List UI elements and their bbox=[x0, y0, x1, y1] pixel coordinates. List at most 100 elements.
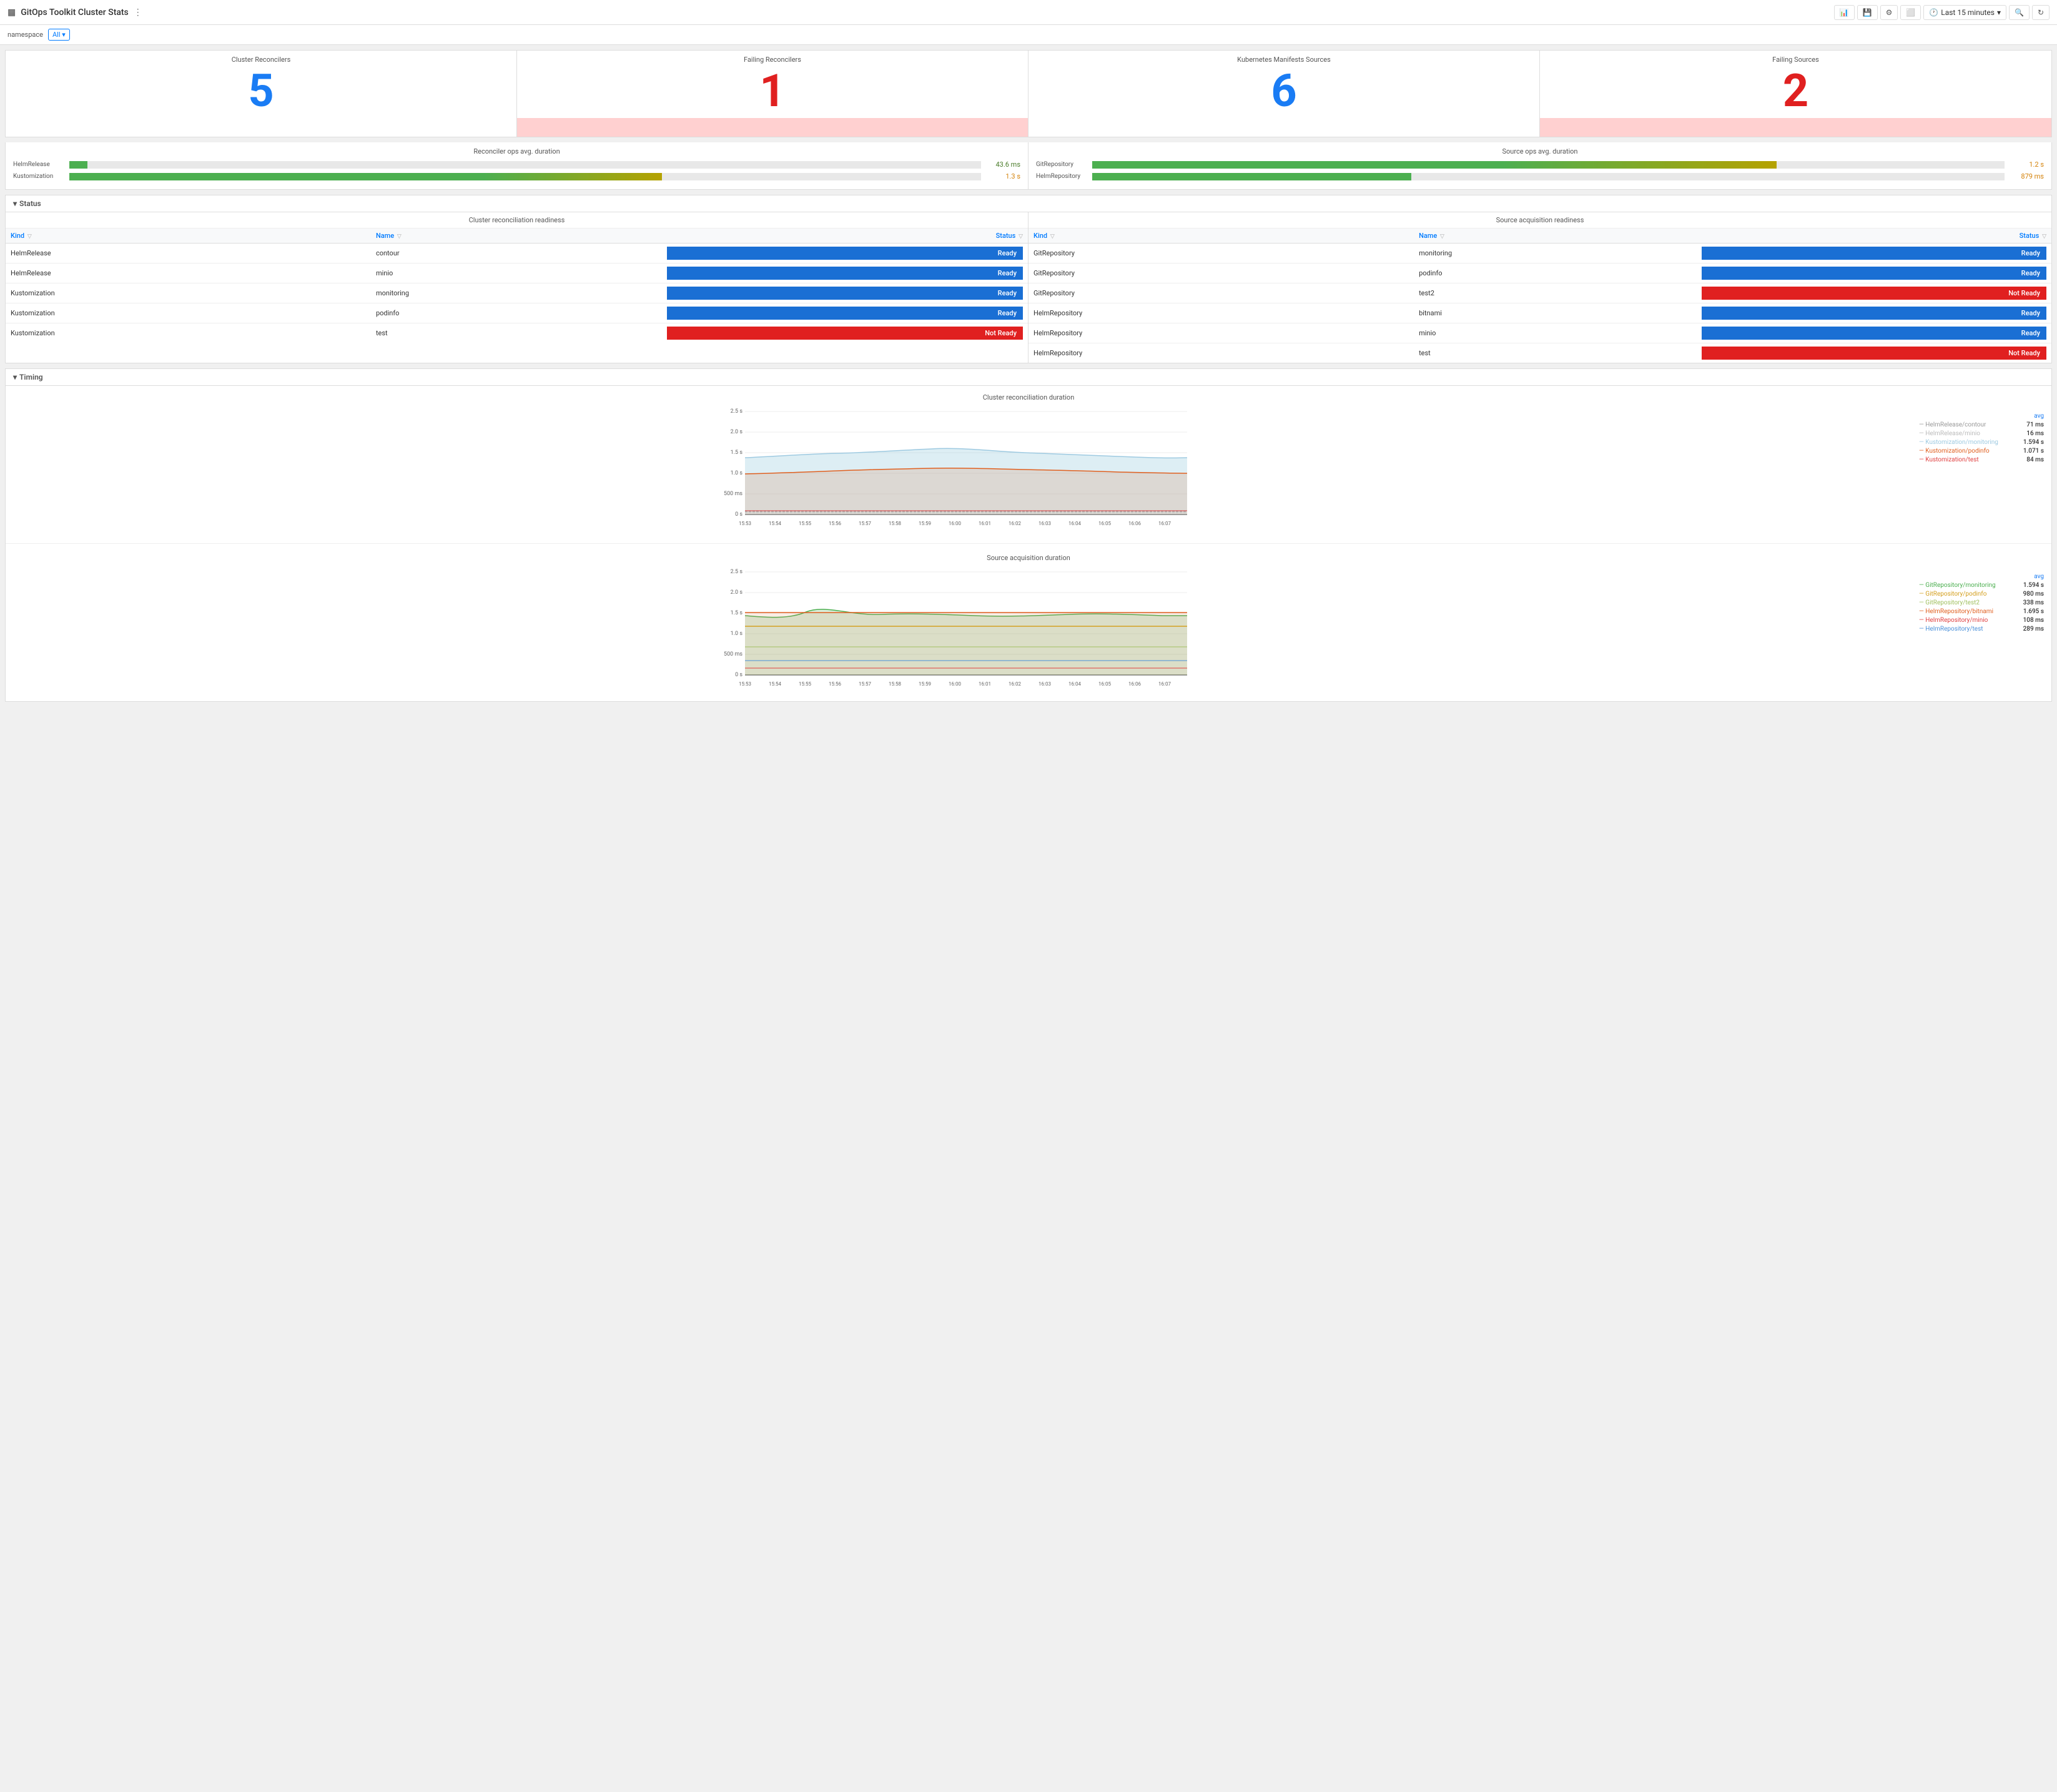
chart1-legend: avg — HelmRelease/contour 71 ms — HelmRe… bbox=[1919, 406, 2044, 533]
th-name-acquire[interactable]: Name ▽ bbox=[1414, 229, 1697, 244]
cell-kind: GitRepository bbox=[1028, 263, 1414, 283]
cell-status: Ready bbox=[1697, 244, 2051, 263]
bar-value-kustomization: 1.3 s bbox=[986, 172, 1020, 180]
legend-item-kustomization-test: — Kustomization/test 84 ms bbox=[1919, 456, 2044, 463]
stat-card-title-sources: Kubernetes Manifests Sources bbox=[1036, 56, 1532, 64]
table-row: Kustomization test Not Ready bbox=[6, 323, 1028, 343]
th-kind-acquire[interactable]: Kind ▽ bbox=[1028, 229, 1414, 244]
legend-item-kustomization-podinfo: — Kustomization/podinfo 1.071 s bbox=[1919, 448, 2044, 455]
cell-name: test bbox=[1414, 343, 1697, 363]
cell-status: Ready bbox=[662, 244, 1028, 263]
time-selector[interactable]: 🕐 Last 15 minutes ▾ bbox=[1923, 5, 2006, 20]
svg-text:15:59: 15:59 bbox=[919, 521, 931, 526]
timing-header-label: Timing bbox=[19, 373, 43, 382]
status-header-label: Status bbox=[19, 199, 41, 208]
legend-item-helmrepo-test: — HelmRepository/test 289 ms bbox=[1919, 626, 2044, 633]
cell-name: minio bbox=[371, 263, 662, 283]
filter-icon-kind-a: ▽ bbox=[1050, 234, 1055, 240]
chart1-area: 2.5 s 2.0 s 1.5 s 1.0 s 500 ms 0 s bbox=[13, 406, 2044, 533]
chevron-timing-icon: ▾ bbox=[13, 373, 17, 382]
stat-card-title-failing-reconcilers: Failing Reconcilers bbox=[525, 56, 1020, 64]
legend-item-helmrelease-minio: — HelmRelease/minio 16 ms bbox=[1919, 430, 2044, 437]
legend-item-kustomization-monitoring: — Kustomization/monitoring 1.594 s bbox=[1919, 439, 2044, 446]
clock-icon: 🕐 bbox=[1929, 8, 1938, 17]
svg-text:16:00: 16:00 bbox=[949, 681, 961, 687]
cell-status: Not Ready bbox=[1697, 283, 2051, 303]
top-bar-right: 📊 💾 ⚙ ⬜ 🕐 Last 15 minutes ▾ 🔍 ↻ bbox=[1834, 5, 2050, 20]
svg-text:500 ms: 500 ms bbox=[724, 651, 742, 657]
bar-fill-helmrelease bbox=[69, 161, 87, 169]
namespace-dropdown[interactable]: All ▾ bbox=[48, 29, 70, 41]
svg-text:16:07: 16:07 bbox=[1158, 521, 1171, 526]
th-status-reconcile[interactable]: Status ▽ bbox=[662, 229, 1028, 244]
svg-text:15:58: 15:58 bbox=[889, 681, 901, 687]
table-row: GitRepository podinfo Ready bbox=[1028, 263, 2051, 283]
cell-status: Ready bbox=[1697, 263, 2051, 283]
svg-text:2.5 s: 2.5 s bbox=[731, 569, 743, 575]
svg-text:1.0 s: 1.0 s bbox=[731, 631, 743, 637]
cell-status: Not Ready bbox=[1697, 343, 2051, 363]
reconciliation-table: Kind ▽ Name ▽ Status ▽ HelmRelease conto… bbox=[6, 229, 1028, 343]
svg-text:15:59: 15:59 bbox=[919, 681, 931, 687]
avg-panel-title-source: Source ops avg. duration bbox=[1036, 147, 2044, 155]
status-section-wrapper: ▾ Status Cluster reconciliation readines… bbox=[5, 195, 2052, 363]
table-row: Kustomization monitoring Ready bbox=[6, 283, 1028, 303]
svg-text:16:04: 16:04 bbox=[1068, 681, 1081, 687]
chevron-status-icon: ▾ bbox=[13, 199, 17, 208]
filter-icon-name-r: ▽ bbox=[397, 234, 402, 240]
display-button[interactable]: ⬜ bbox=[1900, 5, 1921, 20]
cell-name: test2 bbox=[1414, 283, 1697, 303]
cell-name: bitnami bbox=[1414, 303, 1697, 323]
svg-text:16:07: 16:07 bbox=[1158, 681, 1171, 687]
svg-text:16:03: 16:03 bbox=[1038, 681, 1051, 687]
bar-label-gitrepository: GitRepository bbox=[1036, 161, 1092, 168]
svg-text:15:56: 15:56 bbox=[829, 681, 841, 687]
svg-text:15:58: 15:58 bbox=[889, 521, 901, 526]
table-row: HelmRelease minio Ready bbox=[6, 263, 1028, 283]
cell-name: podinfo bbox=[371, 303, 662, 323]
status-header[interactable]: ▾ Status bbox=[5, 195, 2052, 212]
svg-text:2.0 s: 2.0 s bbox=[731, 589, 743, 596]
svg-text:16:02: 16:02 bbox=[1009, 521, 1021, 526]
zoom-out-button[interactable]: 🔍 bbox=[2009, 5, 2030, 20]
th-status-acquire[interactable]: Status ▽ bbox=[1697, 229, 2051, 244]
acquisition-table-half: Source acquisition readiness Kind ▽ Name… bbox=[1028, 212, 2051, 363]
cell-kind: Kustomization bbox=[6, 323, 371, 343]
th-kind-reconcile[interactable]: Kind ▽ bbox=[6, 229, 371, 244]
stat-pink-bg-sources bbox=[1540, 118, 2051, 137]
filter-icon-status-r: ▽ bbox=[1019, 234, 1023, 240]
cell-kind: HelmRepository bbox=[1028, 343, 1414, 363]
svg-text:16:04: 16:04 bbox=[1068, 521, 1081, 526]
legend-item-gitrepo-podinfo: — GitRepository/podinfo 980 ms bbox=[1919, 591, 2044, 598]
bar-fill-gitrepository bbox=[1092, 161, 1777, 169]
chart2-container: Source acquisition duration 2.5 s 2.0 s … bbox=[6, 546, 2051, 701]
svg-text:1.5 s: 1.5 s bbox=[731, 610, 743, 616]
cell-name: podinfo bbox=[1414, 263, 1697, 283]
svg-text:500 ms: 500 ms bbox=[724, 491, 742, 497]
svg-text:15:55: 15:55 bbox=[799, 521, 811, 526]
chart-button[interactable]: 📊 bbox=[1834, 5, 1855, 20]
main-content: Cluster Reconcilers 5 Failing Reconciler… bbox=[0, 45, 2057, 707]
save-button[interactable]: 💾 bbox=[1857, 5, 1878, 20]
filter-icon-kind-r: ▽ bbox=[27, 234, 32, 240]
timing-header[interactable]: ▾ Timing bbox=[5, 368, 2052, 385]
stat-number-reconcilers: 5 bbox=[13, 66, 509, 116]
refresh-button[interactable]: ↻ bbox=[2032, 5, 2050, 20]
dropdown-arrow: ▾ bbox=[62, 31, 66, 39]
stat-card-title-reconcilers: Cluster Reconcilers bbox=[13, 56, 509, 64]
table-row: GitRepository monitoring Ready bbox=[1028, 244, 2051, 263]
legend-item-gitrepo-monitoring: — GitRepository/monitoring 1.594 s bbox=[1919, 582, 2044, 589]
avg-panel-source: Source ops avg. duration GitRepository 1… bbox=[1028, 142, 2051, 189]
cell-status: Not Ready bbox=[662, 323, 1028, 343]
settings-button[interactable]: ⚙ bbox=[1880, 5, 1898, 20]
share-icon[interactable]: ⋮ bbox=[134, 7, 142, 17]
chart2-title: Source acquisition duration bbox=[13, 554, 2044, 562]
bar-label-helmrepository: HelmRepository bbox=[1036, 173, 1092, 180]
app-title: GitOps Toolkit Cluster Stats bbox=[21, 7, 129, 17]
bar-value-helmrepository: 879 ms bbox=[2010, 172, 2044, 180]
svg-text:16:00: 16:00 bbox=[949, 521, 961, 526]
filter-icon-status-a: ▽ bbox=[2042, 234, 2046, 240]
namespace-value: All bbox=[52, 31, 61, 39]
svg-text:2.0 s: 2.0 s bbox=[731, 429, 743, 435]
th-name-reconcile[interactable]: Name ▽ bbox=[371, 229, 662, 244]
